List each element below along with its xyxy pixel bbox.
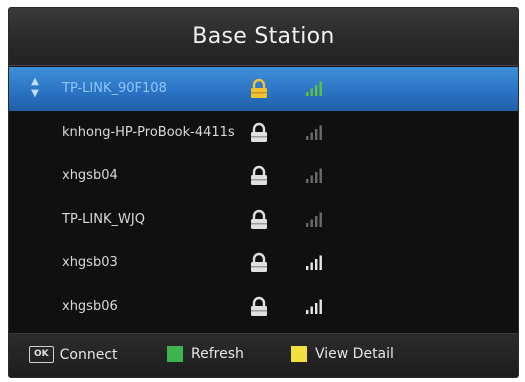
signal-bar — [315, 215, 318, 227]
signal-bar — [315, 302, 318, 314]
network-row[interactable]: TP-LINK_WJQ — [9, 198, 518, 242]
network-name: xhgsb04 — [62, 168, 118, 184]
signal-bar — [319, 81, 322, 96]
network-name: TP-LINK_WJQ — [62, 211, 145, 227]
lock-icon — [251, 252, 267, 272]
signal-bar — [306, 135, 309, 140]
signal-bar — [306, 222, 309, 227]
signal-bar — [319, 255, 322, 270]
yellow-key-icon — [291, 346, 307, 362]
green-key-icon — [167, 346, 183, 362]
lock-icon — [251, 296, 267, 316]
refresh-label: Refresh — [191, 346, 244, 362]
up-down-arrow-icon: ▲ ▼ — [31, 76, 39, 99]
signal-bar — [315, 172, 318, 183]
signal-strength-icon — [306, 212, 322, 227]
signal-bar — [310, 219, 313, 227]
network-row[interactable]: xhgsb03 — [9, 241, 518, 285]
lock-icon — [251, 122, 267, 142]
view-detail-hint[interactable]: View Detail — [291, 346, 394, 362]
signal-strength-icon — [306, 299, 322, 314]
signal-strength-icon — [306, 81, 322, 96]
signal-bar — [310, 306, 313, 314]
signal-bar — [319, 299, 322, 314]
signal-bar — [310, 132, 313, 140]
network-name: knhong-HP-ProBook-4411s — [62, 124, 235, 140]
network-name: xhgsb06 — [62, 298, 118, 314]
ok-key-icon: OK — [29, 346, 54, 363]
title-bar: Base Station — [9, 8, 518, 66]
signal-bar — [319, 212, 322, 227]
signal-strength-icon — [306, 125, 322, 140]
connect-label: Connect — [59, 346, 118, 363]
network-row[interactable]: xhgsb04 — [9, 154, 518, 198]
signal-bar — [319, 168, 322, 183]
signal-strength-icon — [306, 255, 322, 270]
signal-bar — [306, 92, 309, 96]
network-name: xhgsb03 — [62, 255, 118, 271]
signal-bar — [310, 88, 313, 96]
signal-bar — [315, 259, 318, 270]
view-detail-label: View Detail — [315, 346, 394, 362]
lock-icon — [251, 209, 267, 229]
network-row[interactable]: knhong-HP-ProBook-4411s — [9, 111, 518, 155]
signal-bar — [310, 175, 313, 183]
signal-strength-icon — [306, 168, 322, 183]
signal-bar — [306, 179, 309, 183]
page-title: Base Station — [192, 24, 335, 49]
lock-icon — [251, 78, 267, 98]
signal-bar — [306, 266, 309, 270]
network-list[interactable]: ▲ ▼ TP-LINK_90F108 knhong-HP-ProBook-4411… — [9, 67, 518, 328]
signal-bar — [319, 125, 322, 140]
key-hint-bar: OK Connect Refresh View Detail — [9, 333, 518, 377]
lock-icon — [251, 165, 267, 185]
network-name: TP-LINK_90F108 — [62, 81, 167, 97]
signal-bar — [310, 262, 313, 270]
refresh-hint[interactable]: Refresh — [167, 346, 244, 362]
connect-hint[interactable]: OK Connect — [29, 346, 118, 363]
signal-bar — [315, 128, 318, 140]
signal-bar — [306, 309, 309, 314]
network-row[interactable]: ▲ ▼ TP-LINK_90F108 — [9, 67, 518, 111]
signal-bar — [315, 85, 318, 96]
network-row[interactable]: xhgsb06 — [9, 285, 518, 329]
base-station-screen: Base Station ▲ ▼ TP-LINK_90F108 knhong-HP… — [8, 7, 519, 378]
